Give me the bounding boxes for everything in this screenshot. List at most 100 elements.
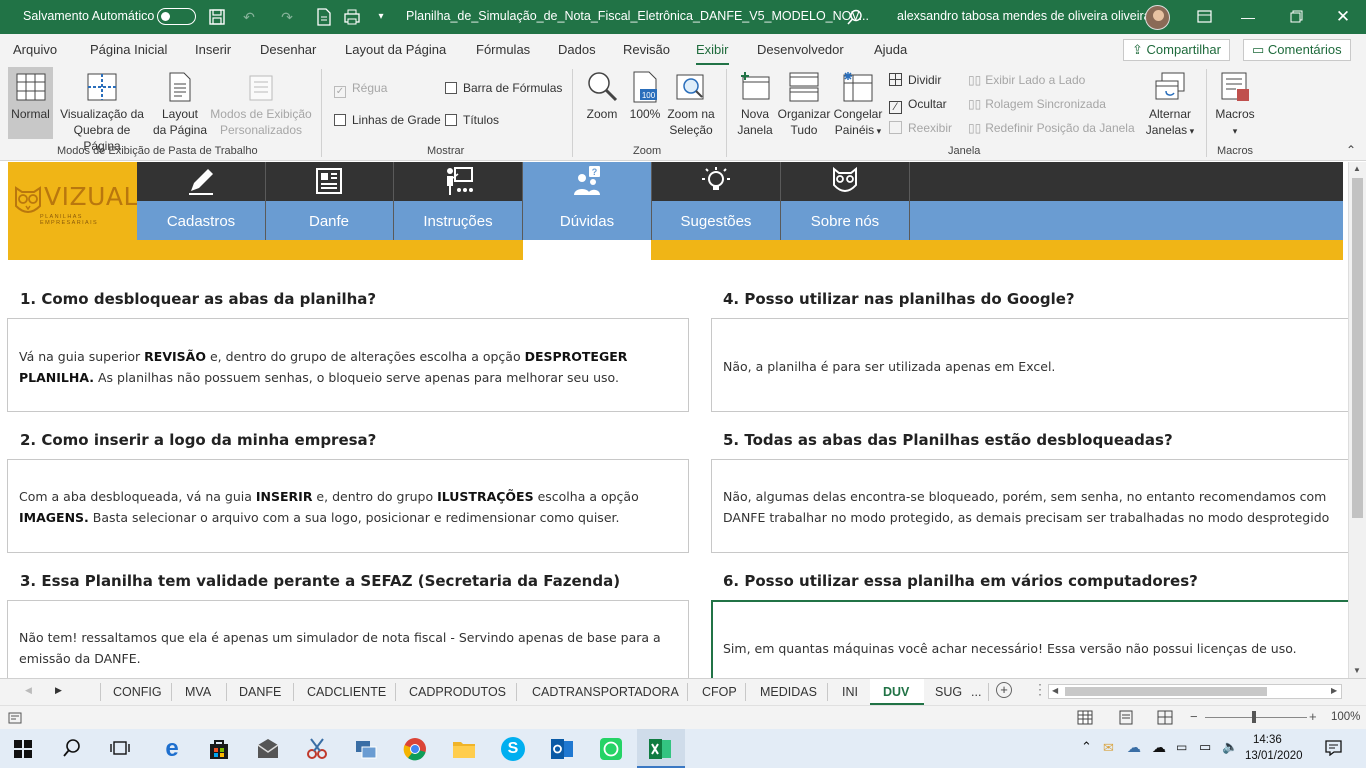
- faq-answer-5[interactable]: Não, algumas delas encontra-se bloqueado…: [711, 459, 1348, 553]
- outlook-icon[interactable]: [550, 737, 574, 761]
- zoom-selection-button[interactable]: Zoom na Seleção: [664, 71, 718, 138]
- page-break-status-icon[interactable]: [1157, 710, 1173, 725]
- faq-answer-6-selected-cell[interactable]: Sim, em quantas máquinas você achar nece…: [711, 600, 1348, 678]
- nav-duvidas[interactable]: ? Dúvidas: [523, 162, 652, 240]
- share-button[interactable]: ⇪ Compartilhar: [1123, 39, 1230, 61]
- new-window-button[interactable]: Nova Janela: [734, 71, 776, 138]
- tab-formulas[interactable]: Fórmulas: [476, 42, 530, 57]
- nav-sugestoes[interactable]: Sugestões: [652, 162, 781, 240]
- document-icon[interactable]: [316, 8, 332, 26]
- worksheet-area[interactable]: VIZUAL PLANILHAS EMPRESARIAIS Cadastros …: [0, 162, 1348, 678]
- tab-splitter-handle[interactable]: ⋮: [1033, 681, 1047, 698]
- sheet-tab-cfop[interactable]: CFOP: [702, 685, 737, 699]
- store-icon[interactable]: [207, 737, 231, 761]
- redo-icon[interactable]: ↷: [276, 6, 298, 28]
- restore-icon[interactable]: [1290, 10, 1303, 23]
- task-view-icon[interactable]: [110, 739, 130, 757]
- close-icon[interactable]: ✕: [1332, 6, 1354, 28]
- search-icon[interactable]: [847, 9, 863, 25]
- nav-danfe[interactable]: Danfe: [265, 162, 394, 240]
- skype-icon[interactable]: S: [501, 737, 525, 761]
- sheet-tab-mva[interactable]: MVA: [185, 685, 211, 699]
- tab-dados[interactable]: Dados: [558, 42, 596, 57]
- next-sheet-icon[interactable]: ▶: [55, 685, 62, 696]
- gridlines-checkbox[interactable]: Linhas de Grade: [334, 113, 441, 127]
- hide-button[interactable]: ⁄ Ocultar: [889, 97, 947, 114]
- normal-view-button[interactable]: Normal: [8, 67, 53, 139]
- side-by-side-button[interactable]: ▯▯ Exibir Lado a Lado: [968, 73, 1085, 87]
- whatsapp-icon[interactable]: [599, 737, 623, 761]
- sheet-tab-duv[interactable]: DUV: [883, 685, 909, 699]
- sheet-tab-cadcliente[interactable]: CADCLIENTE: [307, 685, 386, 699]
- faq-answer-1[interactable]: Vá na guia superior REVISÃO e, dentro do…: [7, 318, 689, 412]
- sheet-tab-sug[interactable]: SUG: [935, 685, 962, 699]
- tab-layout-da-pagina[interactable]: Layout da Página: [345, 42, 446, 57]
- avatar[interactable]: [1145, 5, 1170, 30]
- clock-date[interactable]: 13/01/2020: [1245, 750, 1303, 762]
- minimize-icon[interactable]: —: [1237, 6, 1259, 28]
- ribbon-display-icon[interactable]: [1197, 10, 1212, 23]
- more-sheets[interactable]: ...: [971, 685, 981, 699]
- switch-windows-button[interactable]: Alternar Janelas ▾: [1142, 71, 1198, 139]
- customize-toolbar-icon[interactable]: ▾: [370, 6, 392, 28]
- sheet-tab-config[interactable]: CONFIG: [113, 685, 162, 699]
- custom-views-button[interactable]: Modos de Exibição Personalizados: [208, 71, 314, 138]
- network-app-icon[interactable]: [354, 737, 378, 761]
- zoom-100-button[interactable]: 100 100%: [627, 71, 663, 122]
- mail-icon[interactable]: [256, 737, 280, 761]
- prev-sheet-icon[interactable]: ◀: [25, 685, 32, 696]
- cloud-icon[interactable]: ☁: [1152, 739, 1166, 756]
- tab-inserir[interactable]: Inserir: [195, 42, 231, 57]
- arrange-all-button[interactable]: Organizar Tudo: [777, 71, 831, 138]
- tab-revisao[interactable]: Revisão: [623, 42, 670, 57]
- zoom-slider-thumb[interactable]: [1252, 711, 1256, 723]
- tab-exibir[interactable]: Exibir: [696, 42, 729, 65]
- page-layout-status-icon[interactable]: [1118, 710, 1134, 725]
- battery-icon[interactable]: ▭: [1176, 740, 1187, 754]
- nav-sobre-nos[interactable]: Sobre nós: [781, 162, 910, 240]
- faq-answer-3[interactable]: Não tem! ressaltamos que ela é apenas um…: [7, 600, 689, 678]
- scroll-right-icon[interactable]: ▶: [1331, 686, 1337, 695]
- zoom-level[interactable]: 100%: [1331, 711, 1360, 723]
- edge-icon[interactable]: e: [160, 737, 184, 761]
- windows-start-icon[interactable]: [14, 740, 32, 758]
- ruler-checkbox[interactable]: ✓ Régua: [334, 81, 387, 98]
- network-icon[interactable]: ▭: [1199, 739, 1211, 755]
- sheet-tab-cadtransportadora[interactable]: CADTRANSPORTADORA: [532, 685, 679, 699]
- tab-ajuda[interactable]: Ajuda: [874, 42, 907, 57]
- macros-button[interactable]: Macros ▾: [1212, 71, 1258, 139]
- vertical-scroll-thumb[interactable]: [1352, 178, 1363, 518]
- zoom-button[interactable]: Zoom: [580, 71, 624, 122]
- headings-checkbox[interactable]: Títulos: [445, 113, 499, 127]
- horizontal-scroll-thumb[interactable]: [1065, 687, 1267, 696]
- collapse-ribbon-icon[interactable]: ⌃: [1346, 143, 1356, 157]
- sync-scroll-button[interactable]: ▯▯ Rolagem Sincronizada: [968, 97, 1106, 111]
- horizontal-scrollbar[interactable]: ◀ ▶: [1048, 684, 1342, 699]
- zoom-in-icon[interactable]: +: [1309, 709, 1317, 724]
- scroll-up-icon[interactable]: ▲: [1353, 164, 1361, 173]
- sheet-tab-cadprodutos[interactable]: CADPRODUTOS: [409, 685, 506, 699]
- comments-button[interactable]: ▭ Comentários: [1243, 39, 1351, 61]
- sheet-tab-danfe[interactable]: DANFE: [239, 685, 281, 699]
- add-sheet-icon[interactable]: +: [996, 682, 1012, 698]
- sheet-tab-medidas[interactable]: MEDIDAS: [760, 685, 817, 699]
- tab-desenvolvedor[interactable]: Desenvolvedor: [757, 42, 844, 57]
- chrome-icon[interactable]: [403, 737, 427, 761]
- autosave-toggle[interactable]: [157, 8, 196, 25]
- save-icon[interactable]: [208, 8, 226, 26]
- nav-instrucoes[interactable]: Instruções: [394, 162, 523, 240]
- envelope-tray-icon[interactable]: ✉: [1103, 740, 1114, 756]
- zoom-out-icon[interactable]: −: [1190, 709, 1198, 724]
- page-break-view-button[interactable]: Visualização da Quebra de Página: [54, 71, 150, 154]
- nav-cadastros[interactable]: Cadastros: [137, 162, 266, 240]
- undo-icon[interactable]: ↶: [238, 6, 260, 28]
- tab-desenhar[interactable]: Desenhar: [260, 42, 316, 57]
- scroll-down-icon[interactable]: ▼: [1353, 666, 1361, 675]
- reset-position-button[interactable]: ▯▯ Redefinir Posição da Janela: [968, 121, 1135, 135]
- formula-bar-checkbox[interactable]: Barra de Fórmulas: [445, 81, 562, 95]
- scroll-left-icon[interactable]: ◀: [1052, 686, 1058, 695]
- show-hidden-icons[interactable]: ⌃: [1081, 739, 1092, 755]
- clock-time[interactable]: 14:36: [1253, 734, 1282, 746]
- volume-icon[interactable]: 🔈: [1222, 739, 1238, 755]
- normal-view-status-icon[interactable]: [1077, 710, 1093, 725]
